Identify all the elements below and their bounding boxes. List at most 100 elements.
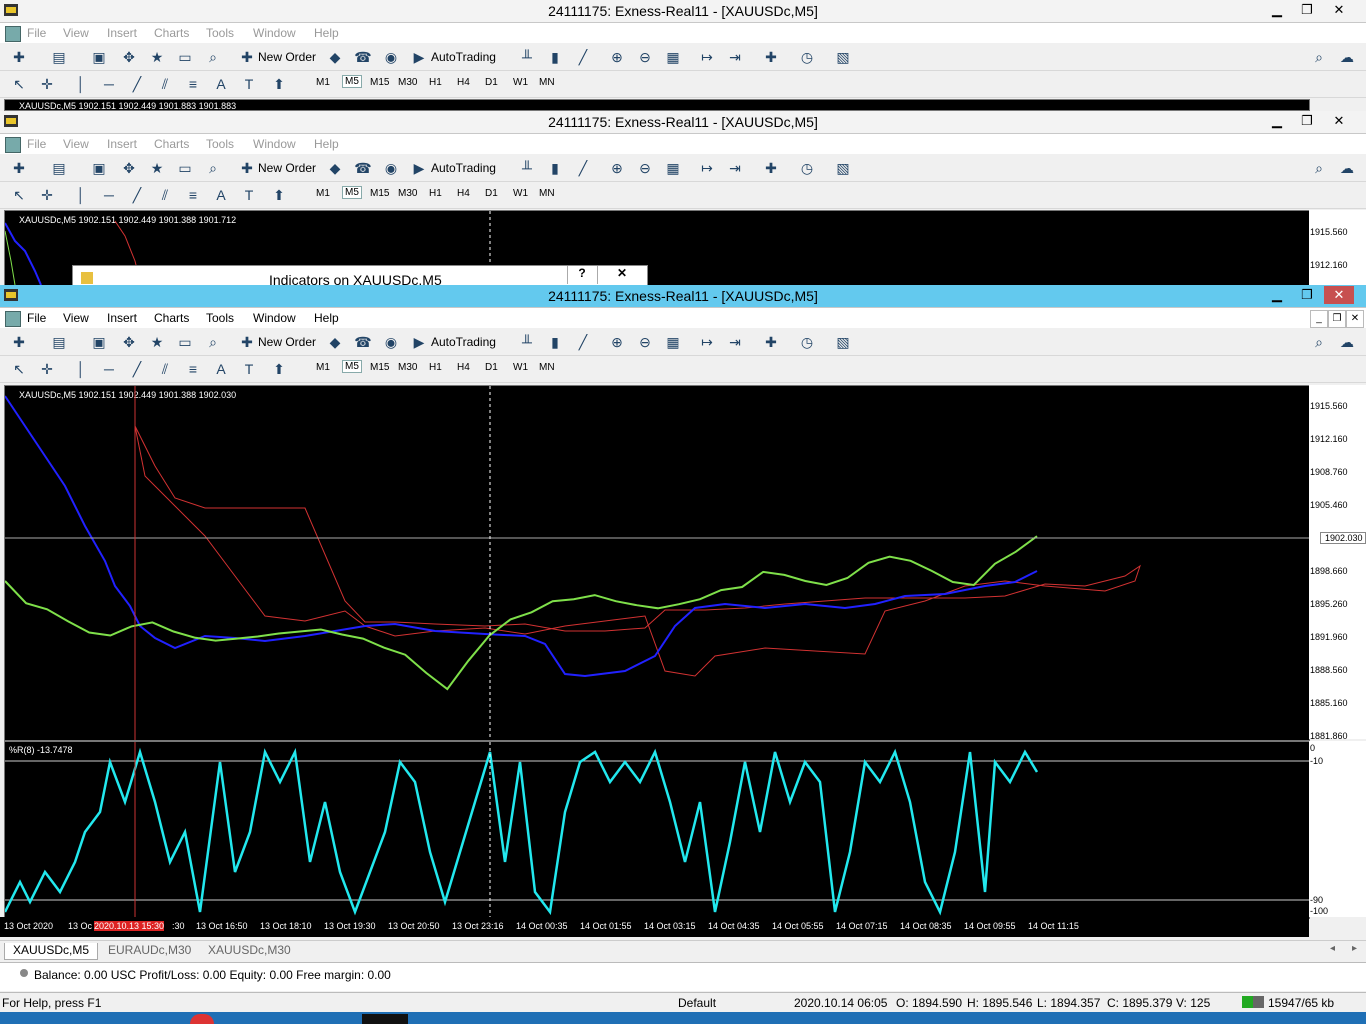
chart-shift-icon[interactable]: ⇥ (726, 333, 744, 351)
menu-tools-2[interactable]: Tools (206, 137, 234, 151)
bar-chart-icon[interactable]: ╨ (518, 48, 536, 66)
autotrading-icon[interactable]: ▶ (410, 333, 428, 351)
tab-scroll-right-icon[interactable]: ▸ (1352, 943, 1357, 954)
tab-xauusdc-m30[interactable]: XAUUSDc,M30 (200, 943, 299, 959)
auto-scroll-icon[interactable]: ↦ (698, 48, 716, 66)
market-watch-icon[interactable]: ▣ (90, 333, 108, 351)
zoom-out-icon[interactable]: ⊖ (636, 159, 654, 177)
line-chart-icon[interactable]: ╱ (574, 48, 592, 66)
arrows-icon[interactable]: ⬆ (270, 75, 288, 93)
chart-area-1[interactable]: XAUUSDc,M5 1902.151 1902.449 1901.883 19… (4, 99, 1310, 111)
trendline-icon[interactable]: ╱ (128, 360, 146, 378)
equidistant-channel-icon[interactable]: ⫽ (156, 186, 174, 204)
timeframe-m1-1[interactable]: M1 (316, 77, 330, 88)
window-titlebar-2[interactable]: 24111175: Exness-Real11 - [XAUUSDc,M5] ▁… (0, 111, 1366, 134)
navigator-icon[interactable]: ★ (148, 159, 166, 177)
timeframe-m5-2[interactable]: M5 (342, 186, 362, 199)
data-window-icon[interactable]: ✥ (120, 159, 138, 177)
minimize-button-2[interactable]: ▁ (1262, 112, 1292, 130)
close-button-2[interactable]: ✕ (1324, 112, 1354, 130)
timeframe-h4-2[interactable]: H4 (457, 188, 470, 199)
menu-window-2[interactable]: Window (253, 137, 296, 151)
navigator-icon[interactable]: ★ (148, 48, 166, 66)
timeframe-mn-2[interactable]: MN (539, 188, 555, 199)
autotrading-icon[interactable]: ▶ (410, 159, 428, 177)
horizontal-line-icon[interactable]: ─ (100, 75, 118, 93)
vertical-line-icon[interactable]: │ (72, 75, 90, 93)
new-order-button-2[interactable]: New Order (258, 161, 316, 179)
timeframe-w1[interactable]: W1 (513, 362, 528, 373)
tile-windows-icon[interactable]: ▦ (664, 159, 682, 177)
menu-file-2[interactable]: File (27, 137, 46, 151)
arrows-icon[interactable]: ⬆ (270, 186, 288, 204)
text-label-icon[interactable]: T (240, 360, 258, 378)
timeframe-mn[interactable]: MN (539, 362, 555, 373)
metaeditor-icon[interactable]: ◆ (326, 333, 344, 351)
terminal-icon[interactable]: ▭ (176, 333, 194, 351)
menu-window[interactable]: Window (253, 311, 296, 325)
templates-icon[interactable]: ▧ (834, 333, 852, 351)
crosshair-icon[interactable]: ✛ (38, 75, 56, 93)
cursor-icon[interactable]: ↖ (10, 75, 28, 93)
chat-icon[interactable]: ☁ (1338, 159, 1356, 177)
new-chart-icon[interactable]: ✚ (10, 159, 28, 177)
zoom-in-icon[interactable]: ⊕ (608, 48, 626, 66)
radio-icon[interactable]: ◉ (382, 333, 400, 351)
taskbar-app-icon[interactable] (362, 1014, 408, 1024)
trendline-icon[interactable]: ╱ (128, 75, 146, 93)
maximize-button[interactable]: ❐ (1292, 286, 1322, 304)
timeframe-d1-2[interactable]: D1 (485, 188, 498, 199)
templates-icon[interactable]: ▧ (834, 48, 852, 66)
radio-icon[interactable]: ◉ (382, 48, 400, 66)
metaeditor-icon[interactable]: ◆ (326, 159, 344, 177)
timeframe-d1-1[interactable]: D1 (485, 77, 498, 88)
auto-scroll-icon[interactable]: ↦ (698, 333, 716, 351)
dialog-close-button[interactable]: ✕ (597, 266, 646, 284)
zoom-in-icon[interactable]: ⊕ (608, 159, 626, 177)
templates-icon[interactable]: ▧ (834, 159, 852, 177)
zoom-out-icon[interactable]: ⊖ (636, 333, 654, 351)
data-window-icon[interactable]: ✥ (120, 333, 138, 351)
text-icon[interactable]: A (212, 75, 230, 93)
data-window-icon[interactable]: ✥ (120, 48, 138, 66)
menu-charts-1[interactable]: Charts (154, 26, 189, 40)
timeframe-mn-1[interactable]: MN (539, 77, 555, 88)
wpr-indicator-window[interactable]: %R(8) -13.7478 (4, 741, 1310, 919)
horizontal-line-icon[interactable]: ─ (100, 360, 118, 378)
timeframe-w1-1[interactable]: W1 (513, 77, 528, 88)
search-icon[interactable]: ⌕ (1310, 333, 1328, 351)
chat-icon[interactable]: ☁ (1338, 333, 1356, 351)
signals-icon[interactable]: ☎ (354, 159, 372, 177)
new-order-icon[interactable]: ✚ (238, 159, 256, 177)
close-button[interactable]: ✕ (1324, 286, 1354, 304)
tab-eurauDc-m30[interactable]: EURAUDc,M30 (100, 943, 199, 959)
autotrading-button[interactable]: AutoTrading (431, 335, 496, 353)
arrows-icon[interactable]: ⬆ (270, 360, 288, 378)
signals-icon[interactable]: ☎ (354, 48, 372, 66)
navigator-icon[interactable]: ★ (148, 333, 166, 351)
mdi-restore-icon[interactable]: ❐ (1328, 310, 1346, 328)
close-button-1[interactable]: ✕ (1324, 1, 1354, 19)
tester-icon[interactable]: ⌕ (204, 48, 222, 66)
new-chart-icon[interactable]: ✚ (10, 48, 28, 66)
search-icon[interactable]: ⌕ (1310, 48, 1328, 66)
minimize-button-1[interactable]: ▁ (1262, 1, 1292, 19)
equidistant-channel-icon[interactable]: ⫽ (156, 75, 174, 93)
menu-help[interactable]: Help (314, 311, 339, 325)
new-order-icon[interactable]: ✚ (238, 333, 256, 351)
periods-icon[interactable]: ◷ (798, 159, 816, 177)
menu-file[interactable]: File (27, 311, 46, 325)
timeframe-h1[interactable]: H1 (429, 362, 442, 373)
menu-view[interactable]: View (63, 311, 89, 325)
cursor-icon[interactable]: ↖ (10, 186, 28, 204)
candlestick-icon[interactable]: ▮ (546, 159, 564, 177)
menu-help-2[interactable]: Help (314, 137, 339, 151)
browser-icon[interactable] (190, 1014, 214, 1024)
timeframe-m5[interactable]: M5 (342, 360, 362, 373)
horizontal-line-icon[interactable]: ─ (100, 186, 118, 204)
timeframe-m5-1[interactable]: M5 (342, 75, 362, 88)
signals-icon[interactable]: ☎ (354, 333, 372, 351)
chart-shift-icon[interactable]: ⇥ (726, 159, 744, 177)
maximize-button-2[interactable]: ❐ (1292, 112, 1322, 130)
menu-tools-1[interactable]: Tools (206, 26, 234, 40)
